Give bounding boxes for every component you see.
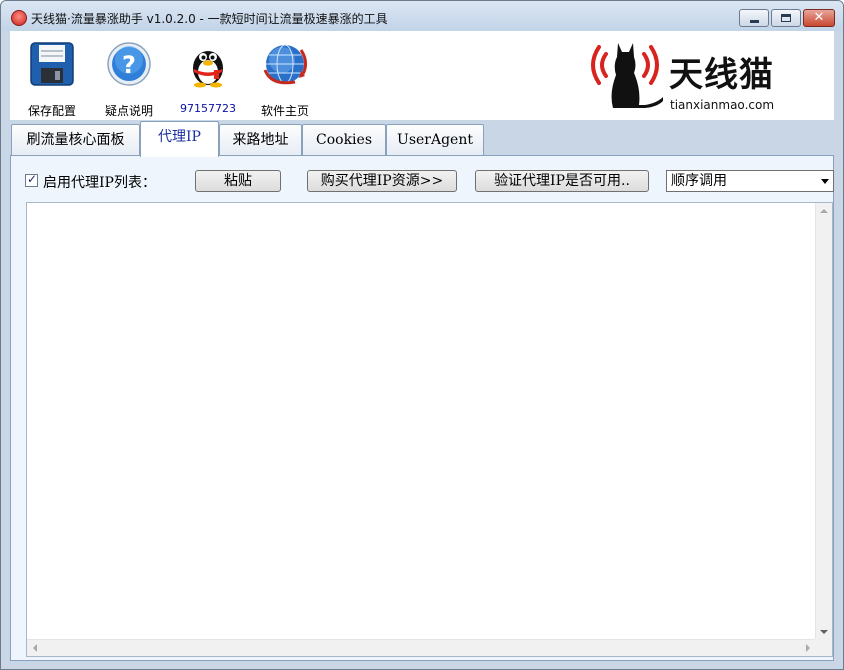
vertical-scrollbar[interactable] bbox=[815, 203, 832, 640]
title-bar[interactable]: 天线猫·流量暴涨助手 v1.0.2.0 - 一款短时间让流量极速暴涨的工具 ✕ bbox=[1, 1, 843, 31]
homepage-label: 软件主页 bbox=[260, 104, 309, 118]
enable-proxy-checkbox[interactable] bbox=[25, 172, 38, 187]
maximize-icon bbox=[781, 14, 791, 22]
tab-cookies[interactable]: Cookies bbox=[302, 124, 386, 155]
floppy-disk-icon bbox=[30, 42, 74, 86]
logo-name: 天线猫 bbox=[669, 55, 774, 95]
tab-proxy-ip[interactable]: 代理IP bbox=[140, 121, 219, 157]
minimize-icon bbox=[750, 20, 759, 23]
save-config-button[interactable]: 保存配置 bbox=[20, 35, 84, 118]
tab-useragent[interactable]: UserAgent bbox=[386, 124, 484, 155]
scroll-down-arrow-icon[interactable] bbox=[820, 630, 828, 634]
scroll-right-arrow-icon[interactable] bbox=[806, 644, 810, 652]
chevron-down-icon bbox=[821, 179, 829, 184]
brand-logo: 天线猫 tianxianmao.com bbox=[585, 37, 785, 113]
maximize-button[interactable] bbox=[771, 9, 801, 27]
tab-referrer[interactable]: 来路地址 bbox=[219, 124, 302, 155]
help-button[interactable]: ? 疑点说明 bbox=[97, 35, 161, 118]
scroll-up-arrow-icon[interactable] bbox=[820, 209, 828, 213]
call-order-value: 顺序调用 bbox=[671, 173, 727, 189]
qq-contact-button[interactable]: 97157723 bbox=[176, 35, 240, 117]
homepage-button[interactable]: 软件主页 bbox=[253, 35, 317, 118]
horizontal-scrollbar[interactable] bbox=[27, 639, 816, 656]
scroll-left-arrow-icon[interactable] bbox=[33, 644, 37, 652]
qq-penguin-icon bbox=[193, 51, 223, 88]
tab-bar: 刷流量核心面板 代理IP 来路地址 Cookies UserAgent bbox=[10, 121, 834, 157]
enable-proxy-label: 启用代理IP列表： bbox=[43, 175, 156, 191]
window-title: 天线猫·流量暴涨助手 v1.0.2.0 - 一款短时间让流量极速暴涨的工具 bbox=[31, 12, 388, 26]
verify-proxy-button[interactable]: 验证代理IP是否可用.. bbox=[475, 170, 649, 192]
minimize-button[interactable] bbox=[739, 9, 769, 27]
globe-icon bbox=[263, 44, 308, 85]
app-window: 天线猫·流量暴涨助手 v1.0.2.0 - 一款短时间让流量极速暴涨的工具 ✕ … bbox=[0, 0, 844, 670]
proxy-list-textarea[interactable] bbox=[26, 202, 833, 657]
tab-core-panel[interactable]: 刷流量核心面板 bbox=[11, 124, 140, 155]
scrollbar-corner bbox=[815, 639, 832, 656]
help-icon: ? bbox=[107, 42, 151, 86]
paste-button[interactable]: 粘贴 bbox=[195, 170, 281, 192]
qq-number-label: 97157723 bbox=[180, 102, 236, 115]
save-config-label: 保存配置 bbox=[27, 104, 76, 118]
help-label: 疑点说明 bbox=[104, 104, 153, 118]
cat-broadcast-logo-icon bbox=[591, 43, 663, 108]
call-order-select[interactable]: 顺序调用 bbox=[666, 170, 834, 192]
logo-url: tianxianmao.com bbox=[670, 98, 775, 112]
close-icon: ✕ bbox=[813, 10, 825, 25]
close-button[interactable]: ✕ bbox=[803, 9, 835, 27]
toolbar: 保存配置 ? 疑点说明 97157723 软件主页 天线猫 tianxianma… bbox=[10, 31, 834, 120]
buy-proxy-button[interactable]: 购买代理IP资源>> bbox=[307, 170, 457, 192]
svg-text:?: ? bbox=[122, 51, 136, 79]
proxy-ip-panel: 启用代理IP列表： 粘贴 购买代理IP资源>> 验证代理IP是否可用.. 顺序调… bbox=[10, 155, 834, 661]
app-icon bbox=[11, 10, 27, 26]
